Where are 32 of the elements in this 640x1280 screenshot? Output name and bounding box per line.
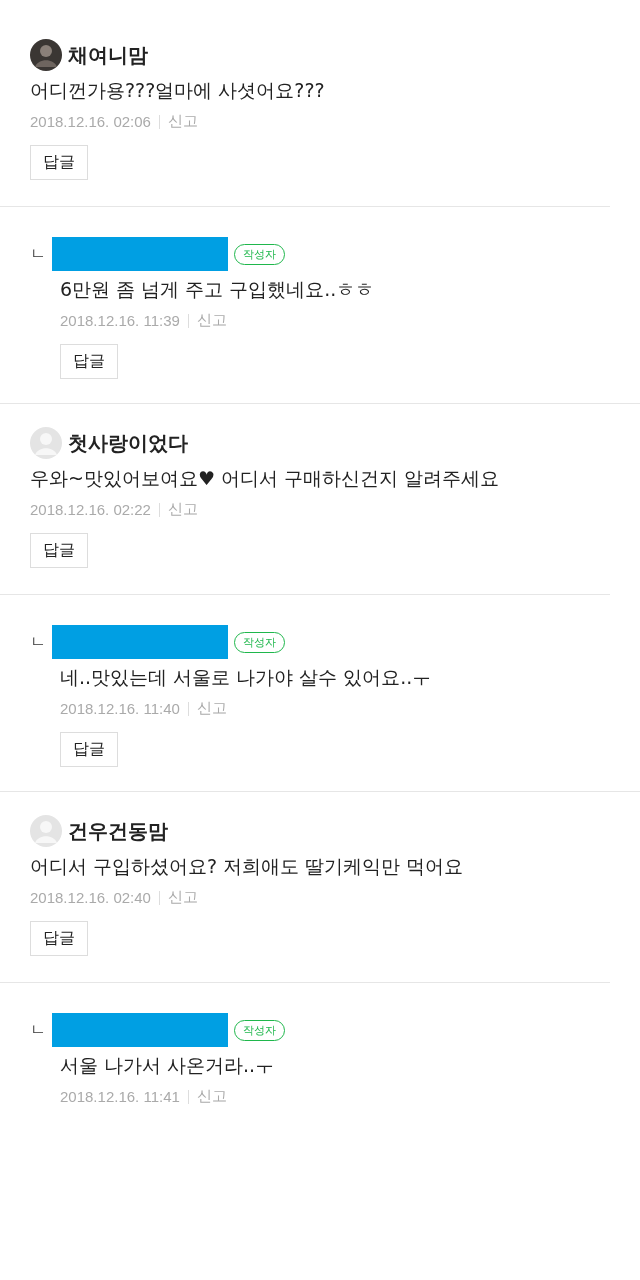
reply-button[interactable]: 답글 — [30, 145, 88, 180]
avatar-icon — [30, 815, 62, 847]
reply-marker: ㄴ — [30, 1019, 47, 1041]
comment-text: 우와~맛있어보여요♥ 어디서 구매하신건지 알려주세요 — [30, 466, 501, 491]
report-link[interactable]: 신고 — [196, 1087, 227, 1106]
avatar-icon — [30, 39, 62, 71]
report-link[interactable]: 신고 — [196, 699, 227, 718]
comment-text: 어디서 구입하셨어요? 저희애도 딸기케익만 먹어요 — [30, 854, 465, 879]
reply-button[interactable]: 답글 — [60, 732, 118, 767]
comment-text: 어디껀가용???얼마에 사셧어요??? — [30, 78, 326, 103]
comment-date: 2018.12.16. 02:06 — [30, 113, 151, 130]
reply-text: 6만원 좀 넘게 주고 구입했네요..ㅎㅎ — [60, 277, 376, 302]
reply-date: 2018.12.16. 11:41 — [60, 1088, 180, 1105]
avatar-icon — [30, 427, 62, 459]
comment-date: 2018.12.16. 02:40 — [30, 889, 151, 906]
report-link[interactable]: 신고 — [167, 500, 198, 519]
reply-button[interactable]: 답글 — [30, 921, 88, 956]
author-name: 첫사랑이었다 — [68, 429, 188, 457]
report-link[interactable]: 신고 — [167, 888, 198, 907]
comment-date: 2018.12.16. 02:22 — [30, 501, 151, 518]
reply-button[interactable]: 답글 — [60, 344, 118, 379]
reply-marker: ㄴ — [30, 243, 47, 265]
reply-button[interactable]: 답글 — [30, 533, 88, 568]
reply-text: 서울 나가서 사온거라..ㅜ — [60, 1053, 276, 1078]
reply-text: 네..맛있는데 서울로 나가야 살수 있어요..ㅜ — [60, 665, 433, 690]
reply-marker: ㄴ — [30, 631, 47, 653]
author-name: 채여니맘 — [68, 41, 148, 69]
report-link[interactable]: 신고 — [167, 112, 198, 131]
report-link[interactable]: 신고 — [196, 311, 227, 330]
author-name: 건우건동맘 — [68, 817, 168, 845]
reply-date: 2018.12.16. 11:39 — [60, 312, 180, 329]
reply-date: 2018.12.16. 11:40 — [60, 700, 180, 717]
